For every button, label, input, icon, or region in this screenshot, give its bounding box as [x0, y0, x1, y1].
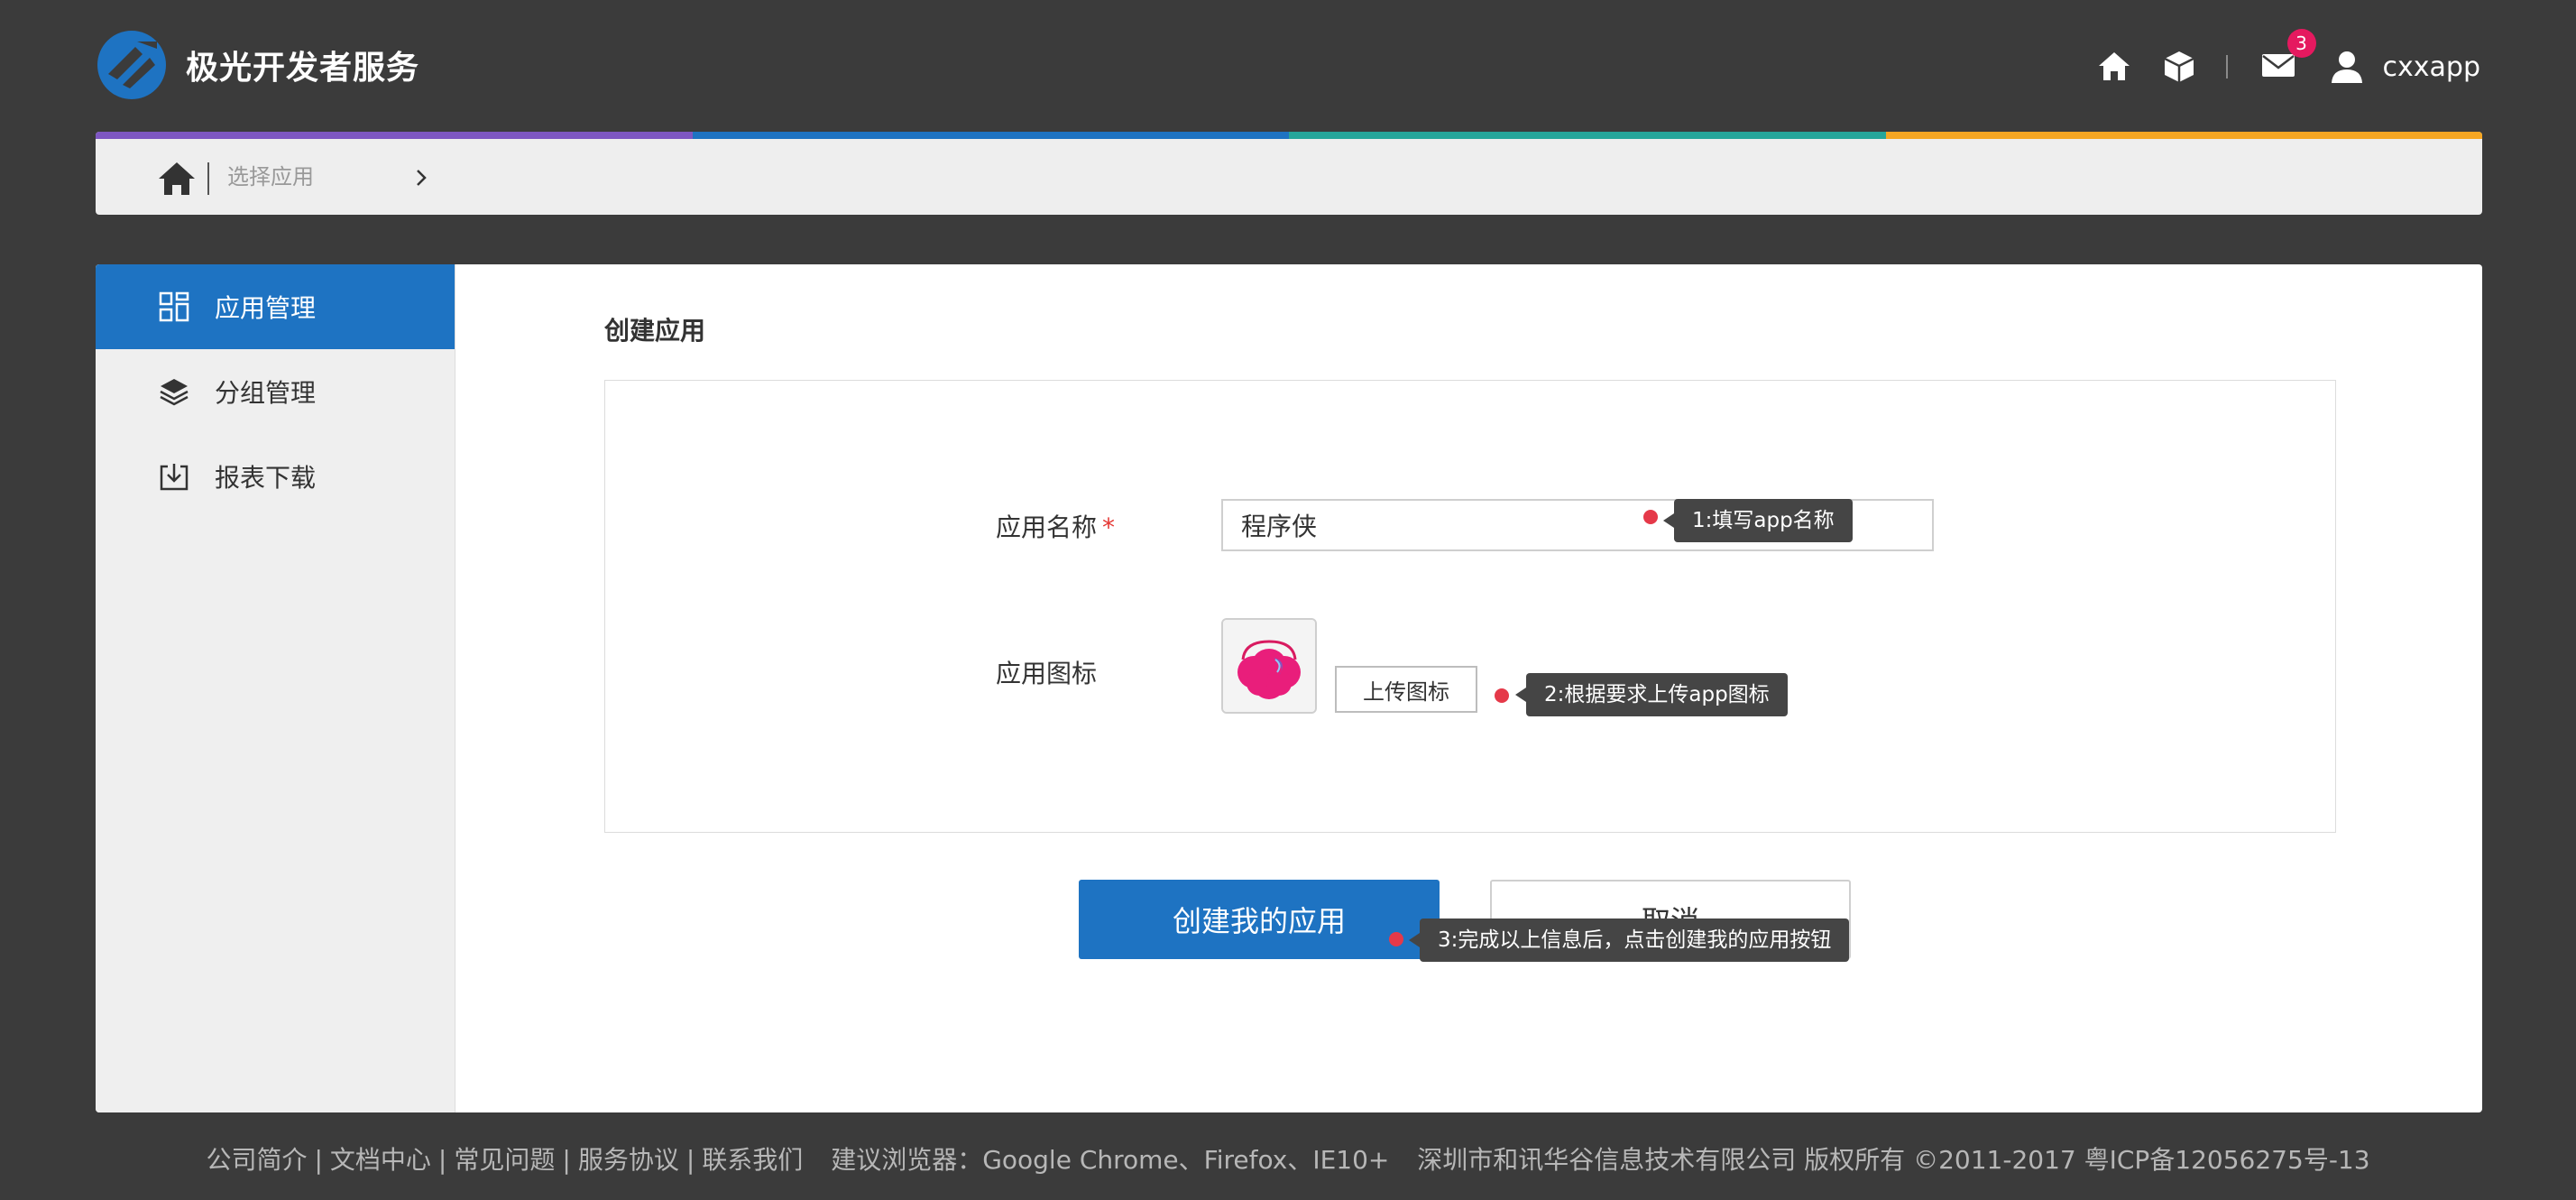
username-link[interactable]: cxxapp: [2383, 51, 2480, 83]
footer-link-about[interactable]: 公司简介: [206, 1145, 307, 1175]
layers-icon: [160, 379, 189, 406]
required-mark: *: [1102, 512, 1116, 542]
strip-blue: [692, 132, 1289, 139]
tooltip-step-3: 3:完成以上信息后，点击创建我的应用按钮: [1408, 918, 1850, 962]
footer-separator: |: [314, 1145, 323, 1175]
grid-icon: [159, 291, 189, 322]
app-icon-image: [1223, 620, 1315, 712]
app-name-label: 应用名称 *: [996, 508, 1115, 544]
top-nav: 3 cxxapp: [2067, 29, 2480, 101]
tooltip-step-1: 1:填写app名称: [1663, 499, 1853, 542]
footer-link-terms[interactable]: 服务协议: [578, 1145, 679, 1175]
sidebar: 应用管理 分组管理 报表下载: [96, 264, 455, 1112]
user-icon[interactable]: [2329, 49, 2365, 85]
app-icon-preview: [1221, 618, 1317, 714]
footer-link-faq[interactable]: 常见问题: [454, 1145, 555, 1175]
upload-icon-button[interactable]: 上传图标: [1335, 666, 1477, 713]
color-strip: [96, 132, 2482, 139]
hint-dot-2: [1495, 688, 1509, 703]
mail-badge: 3: [2286, 29, 2316, 58]
brand-title: 极光开发者服务: [186, 50, 420, 87]
footer-separator: |: [437, 1145, 447, 1175]
sidebar-item-report-download[interactable]: 报表下载: [96, 434, 455, 519]
sidebar-item-label: 分组管理: [215, 378, 317, 408]
footer-copyright: 深圳市和讯华谷信息技术有限公司 版权所有 ©2011-2017 粤ICP备120…: [1417, 1145, 2370, 1175]
main-content: 创建应用 应用名称* 1:填写app名称 应用图标 上传图标 2: [455, 264, 2482, 1112]
sidebar-item-label: 应用管理: [215, 293, 317, 323]
app-name-label-text: 应用名称: [996, 512, 1098, 542]
footer-browser-note: 建议浏览器：Google Chrome、Firefox、IE10+: [831, 1145, 1390, 1175]
create-app-button[interactable]: 创建我的应用: [1079, 880, 1440, 959]
footer: 公司简介 | 文档中心 | 常见问题 | 服务协议 | 联系我们 建议浏览器：Google Ch…: [0, 1140, 2576, 1177]
hint-dot-1: [1643, 510, 1658, 524]
download-icon: [160, 464, 189, 491]
select-app-dropdown[interactable]: 选择应用: [227, 159, 314, 195]
breadcrumb-divider: [207, 162, 209, 195]
form-panel: [604, 380, 2336, 833]
hint-dot-3: [1389, 932, 1403, 946]
box-icon[interactable]: [2161, 49, 2197, 85]
mail-button[interactable]: 3: [2260, 29, 2316, 87]
strip-purple: [96, 132, 693, 139]
footer-link-docs[interactable]: 文档中心: [330, 1145, 431, 1175]
breadcrumb: 选择应用: [96, 132, 2482, 215]
footer-separator: |: [562, 1145, 571, 1175]
footer-link-contact[interactable]: 联系我们: [702, 1145, 803, 1175]
app-icon-label: 应用图标: [996, 659, 1098, 688]
brand[interactable]: 极光开发者服务: [96, 29, 419, 101]
tooltip-step-2: 2:根据要求上传app图标: [1515, 673, 1788, 716]
sidebar-item-app-management[interactable]: 应用管理: [96, 264, 455, 349]
jiguang-logo-icon: [97, 31, 166, 99]
main-card: 应用管理 分组管理 报表下载 创建应用 应用名称* 1:填写app名称 应用: [96, 264, 2482, 1112]
sidebar-item-group-management[interactable]: 分组管理: [96, 349, 455, 434]
page-title: 创建应用: [604, 316, 706, 346]
strip-orange: [1885, 132, 2482, 139]
home-icon[interactable]: [2096, 49, 2132, 85]
breadcrumb-home-icon[interactable]: [157, 161, 197, 197]
chevron-right-icon[interactable]: [411, 168, 431, 188]
footer-separator: |: [685, 1145, 695, 1175]
strip-teal: [1289, 132, 1886, 139]
nav-divider: [2225, 55, 2228, 78]
sidebar-item-label: 报表下载: [215, 463, 317, 493]
